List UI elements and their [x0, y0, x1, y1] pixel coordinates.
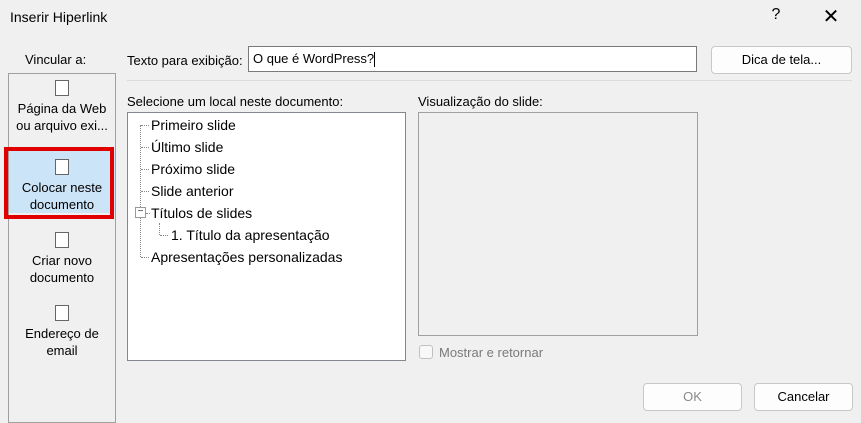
document-place-tree[interactable]: − Primeiro slide Último slide Próximo sl…: [127, 112, 406, 361]
show-return-label: Mostrar e retornar: [439, 345, 544, 360]
tree-item[interactable]: Primeiro slide: [151, 117, 236, 133]
tree-item[interactable]: 1. Título da apresentação: [171, 227, 330, 243]
sidebar-item-web-page[interactable]: Página da Web ou arquivo exi...: [9, 80, 115, 134]
slide-preview: [418, 112, 698, 336]
sidebar-item-new-document[interactable]: Criar novo documento: [9, 232, 115, 286]
ok-button[interactable]: OK: [643, 383, 742, 411]
link-to-sidebar: Página da Web ou arquivo exi... Colocar …: [8, 73, 116, 423]
web-page-icon: [55, 80, 69, 96]
sidebar-item-label: ou arquivo exi...: [16, 118, 108, 133]
cancel-button[interactable]: Cancelar: [754, 383, 853, 411]
display-text-value: O que é WordPress?: [253, 51, 375, 66]
sidebar-item-label: Endereço de: [25, 326, 99, 341]
screen-tip-button[interactable]: Dica de tela...: [711, 46, 852, 74]
display-text-label: Texto para exibição:: [127, 53, 243, 68]
tree-item[interactable]: Slide anterior: [151, 183, 234, 199]
tree-item[interactable]: Próximo slide: [151, 161, 235, 177]
slide-preview-label: Visualização do slide:: [418, 94, 543, 109]
link-to-label: Vincular a:: [25, 52, 87, 67]
select-place-label: Selecione um local neste documento:: [127, 94, 344, 109]
text-caret: [374, 52, 376, 68]
collapse-icon[interactable]: −: [135, 207, 146, 218]
sidebar-item-label: Página da Web: [17, 101, 107, 116]
sidebar-item-email[interactable]: Endereço de email: [9, 305, 115, 359]
close-button[interactable]: ✕: [820, 4, 842, 29]
tree-item[interactable]: Último slide: [151, 139, 223, 155]
show-return-checkbox[interactable]: [419, 345, 433, 359]
sidebar-item-label: email: [46, 343, 78, 358]
highlight-box: [4, 147, 114, 219]
new-document-icon: [55, 232, 69, 248]
display-text-input[interactable]: O que é WordPress?: [248, 46, 697, 72]
tree-item[interactable]: Títulos de slides: [151, 205, 252, 221]
tree-item[interactable]: Apresentações personalizadas: [151, 249, 342, 265]
tree-line: [159, 223, 160, 235]
sidebar-item-label: documento: [29, 270, 95, 285]
email-icon: [55, 305, 69, 321]
dialog-title: Inserir Hiperlink: [10, 9, 108, 25]
sidebar-item-label: Criar novo: [32, 253, 92, 268]
divider: [127, 80, 852, 81]
help-button[interactable]: ?: [768, 6, 784, 24]
